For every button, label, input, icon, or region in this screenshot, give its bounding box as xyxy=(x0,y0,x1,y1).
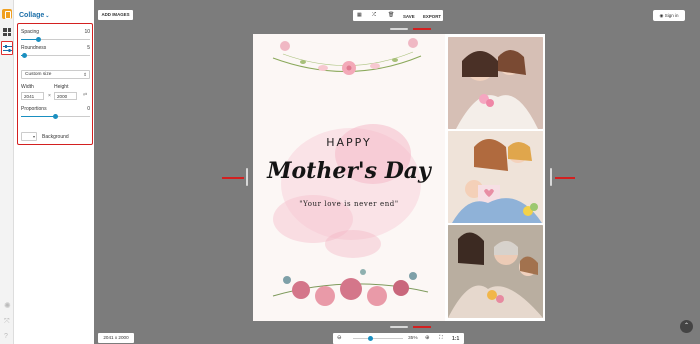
add-images-button[interactable]: ADD IMAGES xyxy=(98,10,133,20)
width-input[interactable]: 2041 xyxy=(21,92,44,100)
zoom-slider[interactable] xyxy=(353,336,403,341)
fit-screen-icon[interactable]: ⛶ xyxy=(439,335,443,342)
proportions-label: Proportions xyxy=(21,106,47,112)
layouts-grid-icon[interactable] xyxy=(3,28,11,36)
right-resize-handle[interactable] xyxy=(550,168,552,186)
app-logo-icon[interactable] xyxy=(2,9,12,19)
bottom-arrow-marker xyxy=(413,326,431,328)
photo-cell-3[interactable] xyxy=(448,225,543,318)
fullscreen-icon[interactable]: ⤧ xyxy=(4,318,10,326)
spacing-value: 10 xyxy=(84,29,90,35)
collage-settings-box: Spacing 10 Roundness 5 Custom size ⇕ Widt… xyxy=(17,23,93,145)
right-arrow-marker xyxy=(555,177,575,179)
photo-three-generations xyxy=(448,225,543,318)
greeting-card-cell[interactable]: HAPPY Mother's Day "Your love is never e… xyxy=(253,34,445,321)
quote-text: "Your love is never end" xyxy=(299,200,399,208)
caret-down-icon: ▾ xyxy=(32,134,35,139)
lightbulb-icon[interactable]: ✺ xyxy=(4,301,11,310)
shuffle-icon[interactable]: ⤮ xyxy=(372,12,376,19)
collage-menu[interactable]: Collage⌄ xyxy=(19,12,50,19)
photo-mother-children-card xyxy=(448,131,543,223)
height-label: Height xyxy=(54,84,69,90)
sliders-icon xyxy=(3,45,12,52)
grid-layout-icon[interactable]: ▦ xyxy=(357,12,362,19)
left-resize-handle[interactable] xyxy=(246,168,248,186)
left-arrow-marker xyxy=(222,177,244,179)
size-select-value: Custom size xyxy=(25,72,52,77)
roundness-label: Roundness xyxy=(21,45,47,51)
zoom-value: 35% xyxy=(408,336,418,341)
proportions-value: 0 xyxy=(87,106,90,112)
user-icon: ◉ xyxy=(659,13,664,18)
save-button[interactable]: SAVE xyxy=(403,13,415,20)
canvas-toolbar: ▦ ⤮ 🗑 SAVE EXPORT xyxy=(353,10,443,21)
trash-icon[interactable]: 🗑 xyxy=(388,12,394,19)
top-arrow-marker xyxy=(413,28,431,30)
adjustments-tab[interactable] xyxy=(1,41,13,55)
height-input[interactable]: 2000 xyxy=(54,92,77,100)
size-select[interactable]: Custom size ⇕ xyxy=(21,70,90,79)
help-icon[interactable]: ? xyxy=(4,333,8,340)
chevron-down-icon: ⌄ xyxy=(45,13,50,19)
happy-text: HAPPY xyxy=(326,136,372,149)
zoom-bar: ⊖ 35% ⊕ ⛶ 1:1 xyxy=(333,333,464,344)
top-resize-handle[interactable] xyxy=(390,28,408,30)
background-color-picker[interactable]: ▾ xyxy=(21,132,37,141)
width-label: Width xyxy=(21,84,34,90)
spacing-slider[interactable] xyxy=(21,37,90,42)
ratio-button[interactable]: 1:1 xyxy=(452,336,459,342)
link-ratio-icon[interactable]: ⇄ xyxy=(83,92,87,98)
proportions-slider[interactable] xyxy=(21,114,90,119)
sign-in-button[interactable]: ◉ Sign in xyxy=(653,10,685,21)
export-button[interactable]: EXPORT xyxy=(423,13,441,20)
spacing-label: Spacing xyxy=(21,29,40,35)
mothers-day-text: Mother's Day xyxy=(267,158,431,184)
scroll-up-icon[interactable]: ⌃ xyxy=(680,320,693,333)
panel-title: Collage xyxy=(19,12,45,19)
select-arrows-icon: ⇕ xyxy=(83,72,87,77)
canvas-dimensions: 2041 x 2000 xyxy=(98,333,134,343)
zoom-out-icon[interactable]: ⊖ xyxy=(337,335,342,341)
photo-cell-1[interactable] xyxy=(448,37,543,129)
settings-panel: Collage⌄ Spacing 10 Roundness 5 Custom s… xyxy=(14,0,94,344)
collage-canvas[interactable]: HAPPY Mother's Day "Your love is never e… xyxy=(253,34,545,321)
zoom-in-icon[interactable]: ⊕ xyxy=(425,335,430,341)
left-rail: ✺ ⤧ ? xyxy=(0,0,14,344)
photo-cell-2[interactable] xyxy=(448,131,543,223)
photo-mother-daughter-hug xyxy=(448,37,543,129)
bottom-resize-handle[interactable] xyxy=(390,326,408,328)
roundness-slider[interactable] xyxy=(21,53,90,58)
background-label: Background xyxy=(42,134,69,140)
roundness-value: 5 xyxy=(87,45,90,51)
times-sign: × xyxy=(48,93,51,99)
sign-in-label: Sign in xyxy=(664,13,679,18)
